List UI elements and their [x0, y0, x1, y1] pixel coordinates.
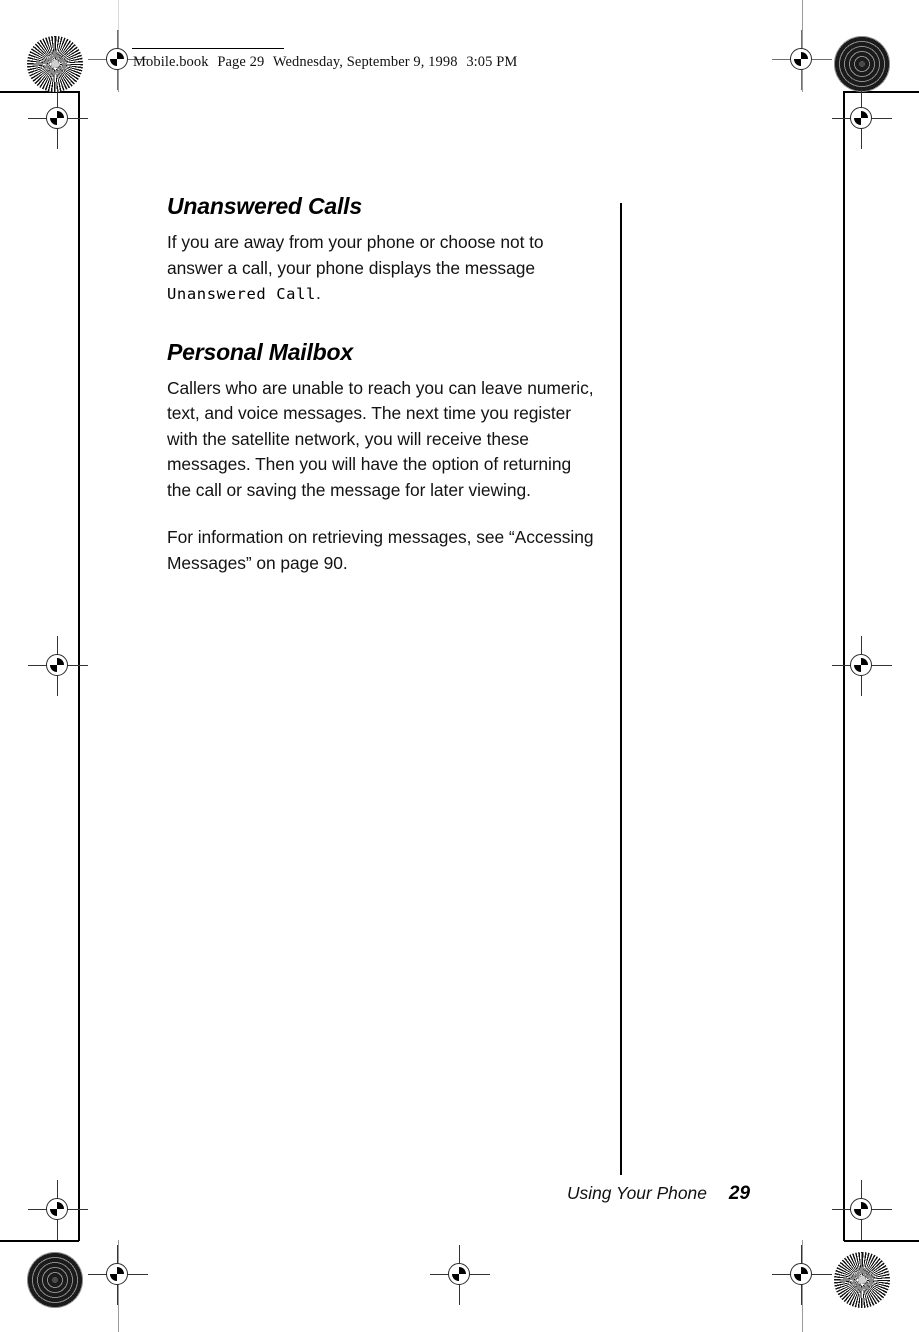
- crosshair-registration-mark-lower-right: [832, 1180, 892, 1240]
- trim-rule-bottom-right: [844, 1240, 919, 1242]
- crosshair-center-dot: [110, 52, 124, 66]
- crosshair-center-dot: [794, 52, 808, 66]
- crosshair-center-dot: [50, 1202, 64, 1216]
- crosshair-registration-mark-right-middle: [832, 636, 892, 696]
- ring-target-bottom-left: [27, 1252, 83, 1308]
- slug-weekday: Wednesday,: [272, 54, 344, 70]
- starburst-target-bottom-right: [834, 1252, 890, 1308]
- page-content-column: Unanswered Calls If you are away from yo…: [167, 192, 599, 576]
- page-footer: Using Your Phone 29: [567, 1183, 750, 1205]
- footer-chapter-title: Using Your Phone: [567, 1183, 707, 1203]
- printed-page: Mobile.book Page 29 Wednesday, September…: [0, 0, 919, 1332]
- crosshair-center-dot: [110, 1267, 124, 1281]
- section-heading-personal-mailbox: Personal Mailbox: [167, 338, 353, 365]
- crosshair-registration-mark-bottom-left: [88, 1245, 148, 1305]
- paragraph-cross-reference: For information on retrieving messages, …: [167, 527, 594, 573]
- section-heading-unanswered-calls: Unanswered Calls: [167, 193, 362, 219]
- starburst-target-top-left: [27, 36, 83, 92]
- crosshair-center-dot: [854, 111, 868, 125]
- crosshair-registration-mark-upper-left: [28, 89, 88, 149]
- crosshair-registration-mark-upper-right: [832, 89, 892, 149]
- crosshair-registration-mark-bottom-right: [772, 1245, 832, 1305]
- paragraph-unanswered-calls: If you are away from your phone or choos…: [167, 230, 599, 308]
- trim-rule-top-left-short: [118, 0, 119, 30]
- paragraph-lead-text: If you are away from your phone or choos…: [167, 232, 544, 278]
- slug-filename: Mobile.book: [133, 54, 209, 70]
- crosshair-registration-mark-bottom-center: [430, 1245, 490, 1305]
- header-slug-line: Mobile.book Page 29 Wednesday, September…: [133, 54, 517, 71]
- crosshair-registration-mark-lower-left: [28, 1180, 88, 1240]
- crosshair-registration-mark-top-right: [772, 30, 832, 90]
- crosshair-center-dot: [50, 111, 64, 125]
- ring-target-top-right: [834, 36, 890, 92]
- crosshair-center-dot: [794, 1267, 808, 1281]
- crosshair-center-dot: [854, 658, 868, 672]
- crosshair-center-dot: [50, 658, 64, 672]
- slug-date: September 9, 1998: [346, 54, 458, 70]
- footer-page-number: 29: [728, 1183, 751, 1204]
- paragraph-personal-mailbox-overview: Callers who are unable to reach you can …: [167, 377, 594, 500]
- margin-rule-right: [620, 203, 622, 1175]
- trim-rule-bottom-left: [0, 1240, 79, 1242]
- slug-page-label: Page 29: [217, 54, 265, 70]
- crosshair-center-dot: [854, 1202, 868, 1216]
- paragraph-tail-text: .: [315, 283, 321, 303]
- crosshair-center-dot: [452, 1267, 466, 1281]
- crosshair-registration-mark-left-middle: [28, 636, 88, 696]
- slug-underline: [132, 48, 284, 49]
- device-display-text: Unanswered Call: [167, 285, 316, 303]
- slug-time: 3:05 PM: [466, 54, 518, 70]
